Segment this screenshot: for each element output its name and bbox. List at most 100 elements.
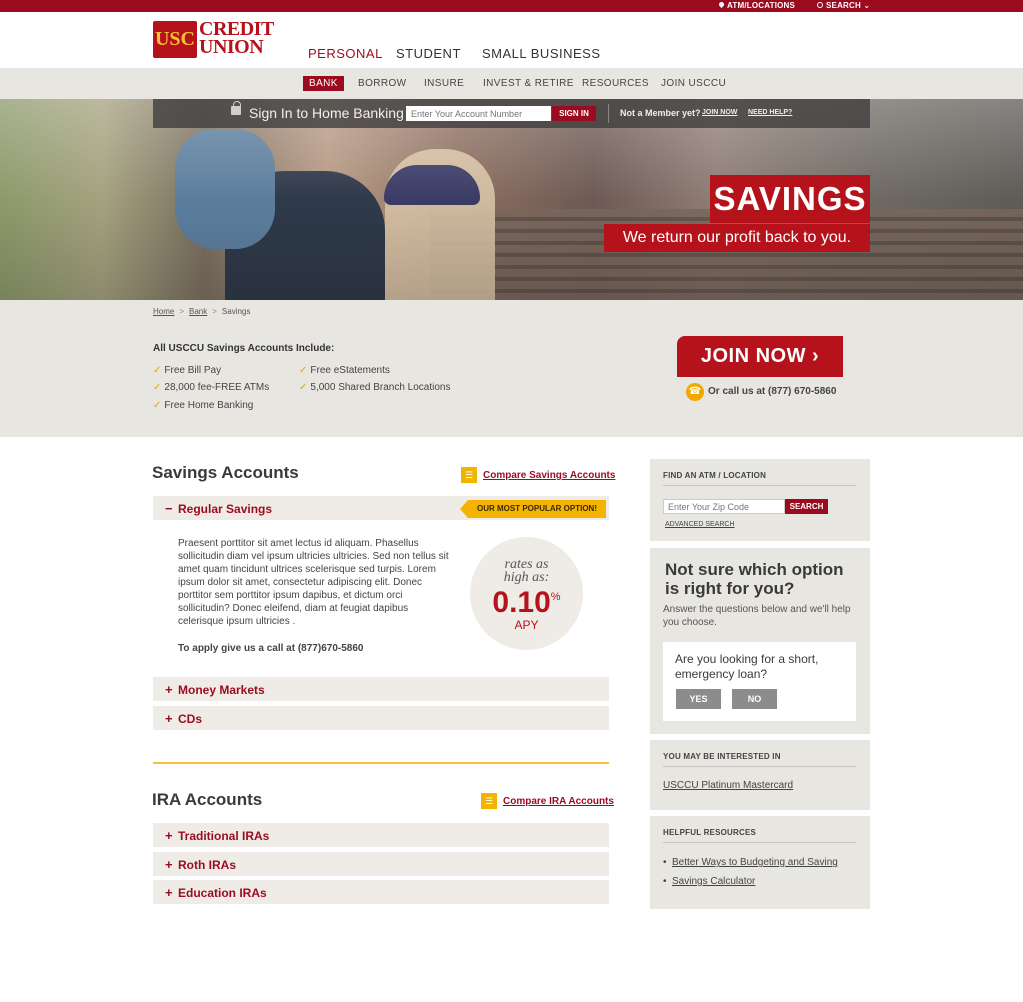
rate-number: 0.10 [492,586,551,619]
subnav-resources[interactable]: RESOURCES [582,78,649,89]
rate-badge: rates as high as: 0.10% APY [470,537,583,650]
signin-join-now-link[interactable]: JOIN NOW [702,109,737,116]
platinum-mastercard-link[interactable]: USCCU Platinum Mastercard [663,780,793,791]
resources-card: HELPFUL RESOURCES • Better Ways to Budge… [650,816,870,909]
check-icon: ✓ [299,365,308,376]
accordion-money-markets[interactable]: + Money Markets [153,677,609,703]
ira-accounts-title: IRA Accounts [152,790,263,809]
account-number-input[interactable] [406,106,551,121]
checklist-icon: ☰ [461,467,477,483]
savings-accounts-title: Savings Accounts [152,463,299,482]
budgeting-link[interactable]: Better Ways to Budgeting and Saving [672,857,838,868]
no-button[interactable]: NO [732,689,777,709]
divider [663,766,856,767]
accordion-label: CDs [178,712,203,726]
minus-icon: − [165,501,173,516]
rate-apy: APY [514,618,539,632]
signin-divider [608,104,609,123]
atm-locations-link[interactable]: ATM/LOCATIONS [717,0,796,10]
yes-button[interactable]: YES [676,689,721,709]
include-label: Free Bill Pay [164,365,222,376]
accordion-cds[interactable]: + CDs [153,706,609,732]
location-pin-icon [717,0,726,9]
checklist-icon: ☰ [481,793,497,809]
nav-student[interactable]: STUDENT [396,46,461,61]
join-now-label: JOIN NOW [700,345,806,367]
bullet: • [663,876,667,887]
popular-badge: OUR MOST POPULAR OPTION! [460,500,606,518]
include-item: ✓ Free eStatements [299,365,390,376]
compare-savings-link[interactable]: Compare Savings Accounts [483,470,615,481]
subnav-bank[interactable]: BANK [303,76,344,91]
member-question: Not a Member yet? [620,108,701,118]
interested-card: YOU MAY BE INTERESTED IN USCCU Platinum … [650,740,870,810]
search-link[interactable]: SEARCH ⌄ [817,1,870,10]
include-item: ✓ 5,000 Shared Branch Locations [299,382,451,393]
section-divider [153,762,609,764]
apply-text: To apply give us a call at (877)670-5860 [178,643,364,654]
logo-usc-mark: USC [153,21,197,58]
breadcrumb-bank[interactable]: Bank [189,307,207,316]
lock-icon [231,101,241,115]
interested-heading: YOU MAY BE INTERESTED IN [663,752,781,761]
compare-ira-link[interactable]: Compare IRA Accounts [503,796,614,807]
check-icon: ✓ [153,382,162,393]
sub-nav: BANK BORROW INSURE INVEST & RETIRE RESOU… [0,68,1023,99]
breadcrumb-home[interactable]: Home [153,307,174,316]
phone-icon: ☎ [686,383,704,401]
rate-value: 0.10% [470,586,583,620]
atm-finder-heading: FIND AN ATM / LOCATION [663,471,767,480]
breadcrumb-current: Savings [221,307,251,316]
atm-finder-card: FIND AN ATM / LOCATION SEARCH ADVANCED S… [650,459,870,541]
accordion-roth-iras[interactable]: + Roth IRAs [153,852,609,878]
subnav-insure[interactable]: INSURE [424,78,464,89]
question-text: Are you looking for a short, emergency l… [675,652,819,681]
accordion-label: Traditional IRAs [178,829,270,843]
breadcrumb: Home > Bank > Savings [153,307,250,316]
logo-line-union: UNION [199,36,264,58]
include-label: Free eStatements [310,365,390,376]
plus-icon: + [165,857,173,872]
savings-calculator-link[interactable]: Savings Calculator [672,876,755,887]
check-icon: ✓ [299,382,308,393]
subnav-invest-retire[interactable]: INVEST & RETIRE [483,78,574,89]
option-helper-subtitle: Answer the questions below and we'll hel… [663,604,851,628]
nav-small-business[interactable]: SMALL BUSINESS [482,46,601,61]
zip-search-button[interactable]: SEARCH [785,499,828,514]
zip-code-input[interactable] [663,499,785,514]
utility-bar: ATM/LOCATIONS SEARCH ⌄ [0,0,1023,12]
accordion-traditional-iras[interactable]: + Traditional IRAs [153,823,609,849]
subnav-join-usccu[interactable]: JOIN USCCU [661,78,726,89]
signin-title: Sign In to Home Banking [249,105,404,121]
plus-icon: + [165,828,173,843]
subnav-borrow[interactable]: BORROW [358,78,407,89]
need-help-link[interactable]: NEED HELP? [748,109,792,116]
resources-heading: HELPFUL RESOURCES [663,828,757,837]
divider [663,842,856,843]
breadcrumb-sep: > [179,307,185,316]
divider [663,485,856,486]
include-item: ✓ Free Home Banking [153,400,253,411]
check-icon: ✓ [153,365,162,376]
signin-button[interactable]: SIGN IN [552,106,596,121]
include-label: 5,000 Shared Branch Locations [310,382,451,393]
chevron-down-icon: ⌄ [860,1,871,10]
call-text: Or call us at (877) 670-5860 [708,386,837,397]
includes-title: All USCCU Savings Accounts Include: [153,343,335,354]
usccu-logo[interactable]: USC CREDIT UNION [153,19,277,59]
nav-personal[interactable]: PERSONAL [308,46,383,61]
breadcrumb-sep: > [212,307,217,316]
accordion-label: Money Markets [178,683,265,697]
hero-title: SAVINGS [710,175,870,223]
include-label: Free Home Banking [164,400,254,411]
regular-savings-description: Praesent porttitor sit amet lectus id al… [178,538,449,627]
include-item: ✓ 28,000 fee-FREE ATMs [153,382,269,393]
join-now-button[interactable]: JOIN NOW › [677,336,843,377]
advanced-search-link[interactable]: ADVANCED SEARCH [665,521,735,528]
accordion-education-iras[interactable]: + Education IRAs [153,880,609,906]
plus-icon: + [165,682,173,697]
hero-subtitle: We return our profit back to you. [604,224,870,252]
search-icon [817,2,823,8]
bullet: • [663,857,667,868]
atm-locations-label: ATM/LOCATIONS [727,1,796,10]
